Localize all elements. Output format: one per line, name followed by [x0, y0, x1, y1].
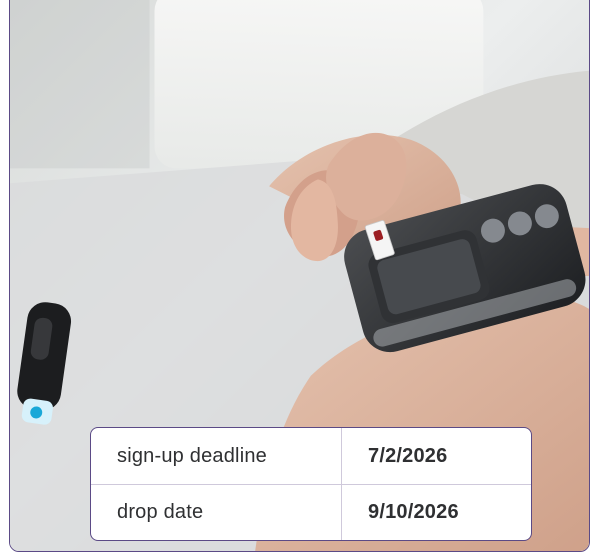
table-value: 7/2/2026 — [368, 444, 448, 467]
table-label: sign-up deadline — [91, 428, 342, 484]
table-label: drop date — [91, 485, 342, 540]
deadline-table: sign-up deadline 7/2/2026 drop date 9/10… — [90, 427, 532, 541]
table-row: drop date 9/10/2026 — [91, 484, 531, 540]
hero-card: sign-up deadline 7/2/2026 drop date 9/10… — [9, 0, 590, 552]
table-row: sign-up deadline 7/2/2026 — [91, 428, 531, 484]
table-value: 9/10/2026 — [368, 501, 459, 523]
